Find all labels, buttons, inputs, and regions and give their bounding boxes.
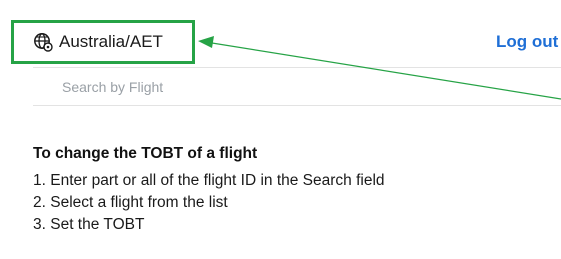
instructions-panel: To change the TOBT of a flight 1. Enter … (33, 144, 553, 236)
instruction-step: 1. Enter part or all of the flight ID in… (33, 172, 385, 189)
page: Australia/AET Log out To change the TOBT… (0, 0, 561, 259)
instruction-step: 2. Select a flight from the list (33, 194, 228, 211)
instructions-list: 1. Enter part or all of the flight ID in… (33, 170, 553, 236)
instructions-title: To change the TOBT of a flight (33, 145, 258, 162)
instruction-step: 3. Set the TOBT (33, 216, 145, 233)
